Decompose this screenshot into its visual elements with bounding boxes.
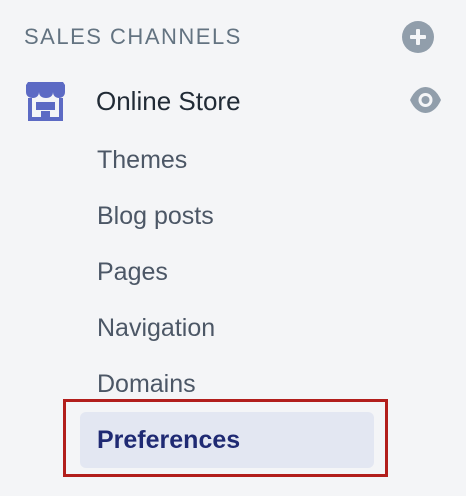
view-store-button[interactable]: [409, 86, 442, 114]
sales-channels-header: SALES CHANNELS: [24, 21, 434, 53]
sidebar-item-pages[interactable]: Pages: [97, 250, 168, 294]
storefront-icon: [24, 81, 67, 121]
highlight-box: [63, 399, 388, 477]
section-title: SALES CHANNELS: [24, 24, 242, 49]
online-store-label: Online Store: [96, 86, 241, 116]
plus-circle-icon: [402, 21, 434, 53]
sidebar-item-themes[interactable]: Themes: [97, 138, 187, 182]
sidebar-item-blog-posts[interactable]: Blog posts: [97, 194, 214, 238]
eye-icon: [410, 87, 441, 113]
online-store-channel[interactable]: Online Store: [24, 80, 441, 122]
sidebar-item-navigation[interactable]: Navigation: [97, 306, 215, 350]
add-sales-channel-button[interactable]: [402, 21, 434, 53]
